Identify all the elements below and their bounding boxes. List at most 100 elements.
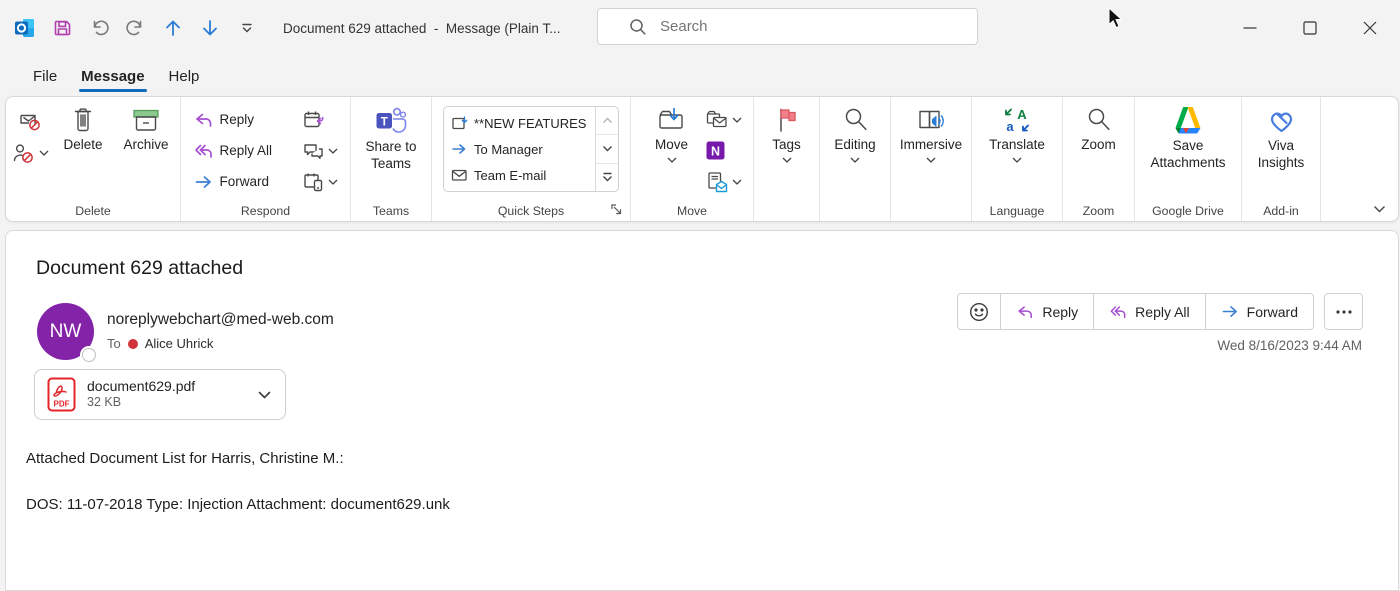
undo-icon[interactable] xyxy=(87,16,111,40)
delete-button[interactable]: Delete xyxy=(55,104,111,154)
translate-button[interactable]: Aa Translate xyxy=(979,104,1055,163)
group-label-move: Move xyxy=(631,204,753,218)
reply-all-action-button[interactable]: Reply All xyxy=(1093,294,1204,329)
reply-all-icon xyxy=(194,142,213,160)
tab-message[interactable]: Message xyxy=(69,60,156,93)
group-tags: Tags xyxy=(754,97,820,221)
rules-button[interactable] xyxy=(705,104,742,135)
collapse-ribbon-icon[interactable] xyxy=(1373,205,1386,213)
quick-steps-gallery: **NEW FEATURES To Manager Team E-mail xyxy=(443,106,619,192)
reply-all-button[interactable]: Reply All xyxy=(194,135,298,166)
minimize-button[interactable] xyxy=(1220,0,1280,56)
trash-icon xyxy=(70,106,96,134)
viva-insights-button[interactable]: Viva Insights xyxy=(1250,104,1312,172)
move-down-icon[interactable] xyxy=(198,16,222,40)
outlook-app-icon[interactable] xyxy=(13,16,37,40)
group-language: Aa Translate Language xyxy=(972,97,1063,221)
share-to-teams-button[interactable]: T Share to Teams xyxy=(358,104,424,173)
body-line: DOS: 11-07-2018 Type: Injection Attachme… xyxy=(26,496,1358,513)
quick-step-new-features[interactable]: **NEW FEATURES xyxy=(451,110,595,136)
tab-file[interactable]: File xyxy=(21,60,69,93)
quick-steps-dialog-launcher[interactable] xyxy=(610,203,623,216)
attachment-name: document629.pdf xyxy=(87,378,247,396)
actions-button[interactable] xyxy=(705,166,742,197)
gallery-more[interactable] xyxy=(596,164,618,191)
group-label-zoom: Zoom xyxy=(1063,204,1134,218)
avatar[interactable]: NW xyxy=(37,303,94,360)
attachment-dropdown-icon[interactable] xyxy=(258,391,271,399)
group-google-drive: Save Attachments Google Drive xyxy=(1135,97,1242,221)
archive-button[interactable]: Archive xyxy=(115,104,177,154)
viva-insights-icon xyxy=(1266,106,1297,135)
search-input[interactable] xyxy=(660,18,940,35)
svg-text:A: A xyxy=(1017,107,1027,122)
ribbon-tabs: File Message Help xyxy=(0,56,211,96)
group-label-google-drive: Google Drive xyxy=(1135,204,1241,218)
group-label-delete: Delete xyxy=(6,204,180,218)
more-actions-button[interactable] xyxy=(1324,293,1363,330)
group-move: Move N Move xyxy=(631,97,754,221)
quick-step-team-email[interactable]: Team E-mail xyxy=(451,162,595,188)
svg-text:PDF: PDF xyxy=(54,400,70,409)
reply-icon xyxy=(1016,304,1034,320)
attachment-chip[interactable]: PDF document629.pdf 32 KB xyxy=(34,369,286,420)
maximize-button[interactable] xyxy=(1280,0,1340,56)
flag-icon xyxy=(774,106,800,134)
reply-action-button[interactable]: Reply xyxy=(1000,294,1093,329)
editing-button[interactable]: Editing xyxy=(825,104,885,163)
sender-email[interactable]: noreplywebchart@med-web.com xyxy=(107,311,334,329)
reply-with-meeting-button[interactable] xyxy=(302,104,338,135)
svg-text:N: N xyxy=(710,144,719,158)
quick-step-to-manager[interactable]: To Manager xyxy=(451,136,595,162)
forward-button[interactable]: Forward xyxy=(194,166,298,197)
group-label-language: Language xyxy=(972,204,1062,218)
archive-icon xyxy=(131,106,161,134)
busy-presence-icon xyxy=(128,339,138,349)
forward-action-button[interactable]: Forward xyxy=(1205,294,1313,329)
message-subject: Document 629 attached xyxy=(36,257,243,280)
window-controls xyxy=(1220,0,1400,56)
block-sender-button[interactable] xyxy=(12,142,49,164)
tab-help[interactable]: Help xyxy=(157,60,212,93)
svg-text:T: T xyxy=(381,117,388,129)
zoom-button[interactable]: Zoom xyxy=(1071,104,1127,154)
reply-with-im-button[interactable] xyxy=(302,135,338,166)
gallery-scroll xyxy=(595,107,618,191)
message-action-bar: Reply Reply All Forward xyxy=(957,293,1314,330)
google-drive-icon xyxy=(1172,106,1204,135)
move-button[interactable]: Move xyxy=(643,104,701,163)
group-delete: Delete Archive Delete xyxy=(6,97,181,221)
reply-button[interactable]: Reply xyxy=(194,104,298,135)
translate-icon: Aa xyxy=(1002,106,1032,134)
customize-qat-icon[interactable] xyxy=(235,16,259,40)
search-bar[interactable] xyxy=(597,8,978,45)
immersive-reader-icon xyxy=(916,106,946,134)
group-label-respond: Respond xyxy=(181,204,350,218)
group-teams: T Share to Teams Teams xyxy=(351,97,432,221)
ignore-button[interactable] xyxy=(18,110,42,132)
close-button[interactable] xyxy=(1340,0,1400,56)
magnifier-icon xyxy=(842,106,869,134)
recipient-name[interactable]: Alice Uhrick xyxy=(145,336,214,351)
tags-button[interactable]: Tags xyxy=(759,104,815,163)
redo-icon[interactable] xyxy=(124,16,148,40)
message-body: Attached Document List for Harris, Chris… xyxy=(26,450,1358,542)
reactions-button[interactable] xyxy=(958,294,1000,329)
message-timestamp: Wed 8/16/2023 9:44 AM xyxy=(1217,338,1362,353)
onenote-button[interactable]: N xyxy=(705,135,742,166)
ribbon-end xyxy=(1321,97,1398,221)
gallery-scroll-down[interactable] xyxy=(596,135,618,163)
share-to-device-button[interactable] xyxy=(302,166,338,197)
sender-block: noreplywebchart@med-web.com To Alice Uhr… xyxy=(107,311,334,351)
save-icon[interactable] xyxy=(50,16,74,40)
move-up-icon[interactable] xyxy=(161,16,185,40)
save-attachments-button[interactable]: Save Attachments xyxy=(1140,104,1236,172)
gallery-scroll-up[interactable] xyxy=(596,107,618,135)
group-label-quick-steps: Quick Steps xyxy=(432,204,630,218)
group-addin: Viva Insights Add-in xyxy=(1242,97,1321,221)
forward-icon xyxy=(1221,304,1239,319)
group-label-teams: Teams xyxy=(351,204,431,218)
zoom-magnifier-icon xyxy=(1085,106,1112,134)
immersive-button[interactable]: Immersive xyxy=(895,104,967,163)
move-to-folder-icon xyxy=(451,115,468,131)
